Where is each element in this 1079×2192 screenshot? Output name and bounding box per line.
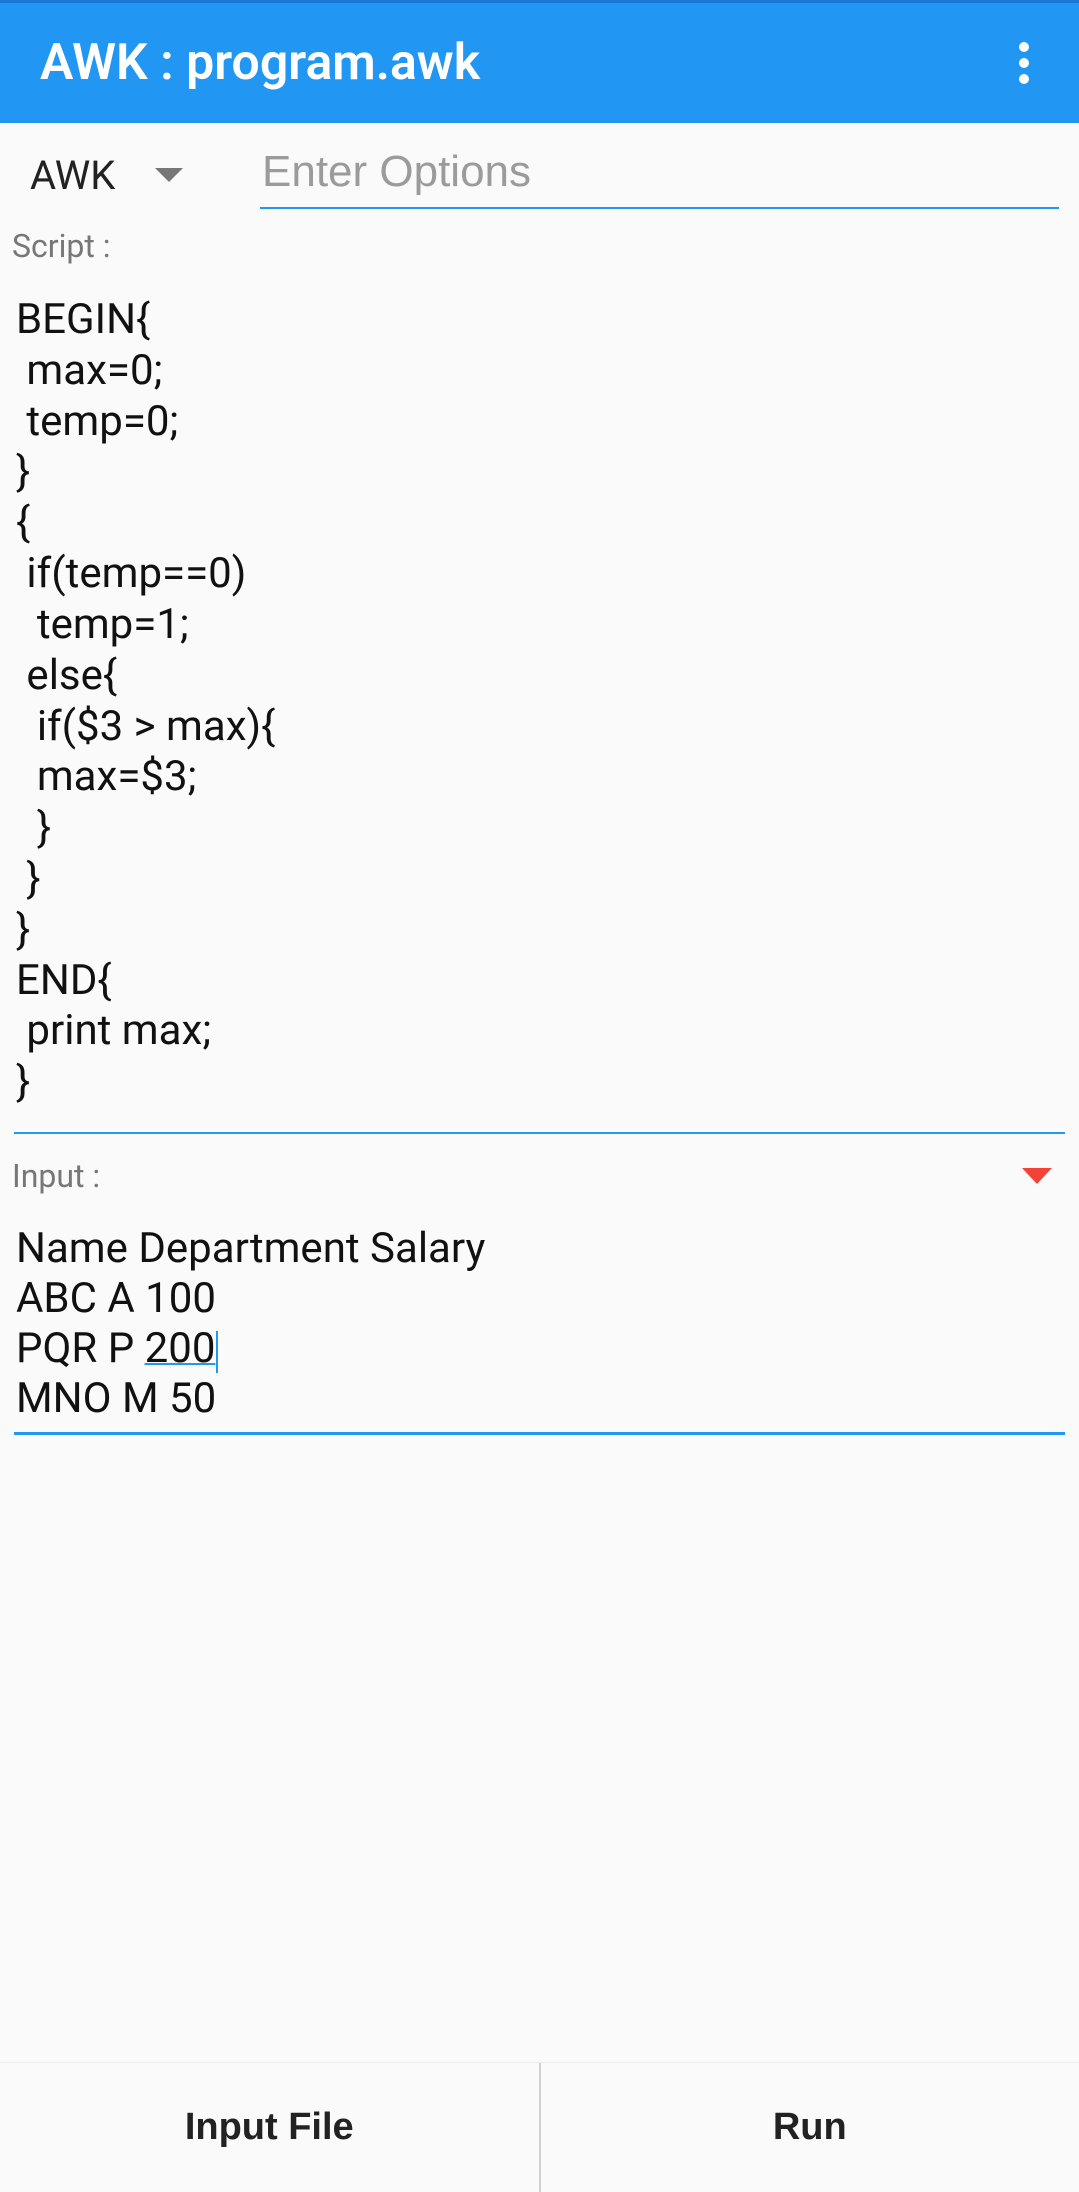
input-editor[interactable]: Name Department Salary ABC A 100 PQR P 2… bbox=[0, 1196, 1079, 1432]
app-title: AWK : program.awk bbox=[40, 34, 994, 92]
options-input[interactable] bbox=[260, 141, 1059, 209]
script-label: Script : bbox=[0, 209, 1079, 265]
more-vert-icon bbox=[1019, 42, 1029, 84]
input-line: ABC A 100 bbox=[16, 1274, 216, 1323]
input-line-prefix: PQR P bbox=[16, 1324, 145, 1373]
text-cursor bbox=[216, 1331, 218, 1373]
controls-row: AWK bbox=[0, 123, 1079, 209]
input-line: MNO M 50 bbox=[16, 1374, 216, 1423]
input-underline bbox=[14, 1432, 1065, 1435]
overflow-menu-button[interactable] bbox=[994, 33, 1054, 93]
app-bar: AWK : program.awk bbox=[0, 0, 1079, 123]
run-button[interactable]: Run bbox=[541, 2063, 1079, 2192]
input-line: Name Department Salary bbox=[16, 1224, 485, 1273]
language-dropdown[interactable]: AWK bbox=[30, 142, 220, 209]
input-line-highlight: 200 bbox=[145, 1324, 216, 1373]
chevron-down-icon bbox=[155, 168, 183, 182]
input-label: Input : bbox=[12, 1157, 1017, 1195]
language-dropdown-label: AWK bbox=[30, 152, 115, 199]
input-header: Input : bbox=[0, 1134, 1079, 1196]
chevron-down-icon bbox=[1022, 1168, 1052, 1184]
input-file-button[interactable]: Input File bbox=[0, 2063, 539, 2192]
script-editor[interactable]: BEGIN{ max=0; temp=0; } { if(temp==0) te… bbox=[0, 265, 1079, 1118]
bottom-bar: Input File Run bbox=[0, 2062, 1079, 2192]
input-dropdown-button[interactable] bbox=[1017, 1156, 1057, 1196]
